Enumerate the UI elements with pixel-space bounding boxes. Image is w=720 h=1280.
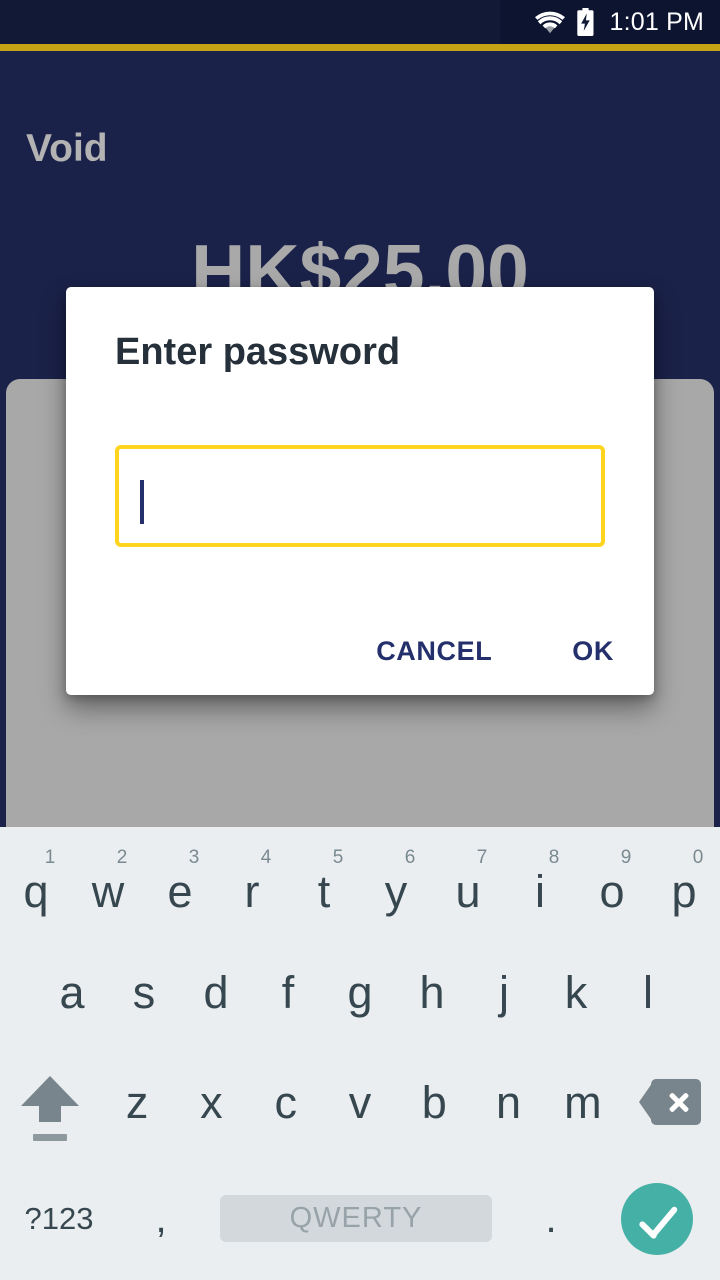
key-v[interactable]: v [323, 1047, 397, 1157]
dialog-actions: CANCEL OK [374, 632, 616, 671]
key-hint: 0 [692, 847, 704, 868]
key-o[interactable]: 9o [576, 827, 648, 937]
key-x[interactable]: x [174, 1047, 248, 1157]
key-label: t [317, 865, 331, 917]
password-dialog: Enter password CANCEL OK [66, 287, 654, 695]
key-label: r [244, 865, 260, 917]
keyboard-row-3: z x c v b n m [0, 1047, 720, 1157]
battery-charging-icon [576, 8, 595, 36]
backspace-key[interactable] [620, 1047, 720, 1157]
key-i[interactable]: 8i [504, 827, 576, 937]
key-label: h [419, 966, 445, 1018]
key-h[interactable]: h [396, 937, 468, 1047]
accent-rule [0, 44, 720, 51]
key-hint: 6 [404, 847, 416, 868]
key-hint: 5 [332, 847, 344, 868]
key-label: p [671, 865, 697, 917]
space-key[interactable]: QWERTY [204, 1157, 508, 1280]
key-label: v [348, 1076, 372, 1128]
status-bar-icons: 1:01 PM [535, 8, 704, 36]
shift-icon [21, 1076, 79, 1141]
key-y[interactable]: 6y [360, 827, 432, 937]
key-j[interactable]: j [468, 937, 540, 1047]
password-field[interactable] [115, 445, 605, 547]
status-bar-clock: 1:01 PM [609, 7, 704, 36]
text-caret [140, 480, 144, 524]
dialog-title: Enter password [115, 331, 401, 373]
key-hint: 4 [260, 847, 272, 868]
key-f[interactable]: f [252, 937, 324, 1047]
shift-key[interactable] [0, 1047, 100, 1157]
key-hint: 9 [620, 847, 632, 868]
key-hint: 7 [476, 847, 488, 868]
status-bar: 1:01 PM [0, 0, 720, 44]
period-key[interactable]: . [508, 1157, 594, 1280]
key-n[interactable]: n [471, 1047, 545, 1157]
key-label: q [23, 865, 49, 917]
key-t[interactable]: 5t [288, 827, 360, 937]
cancel-button[interactable]: CANCEL [374, 632, 494, 671]
key-s[interactable]: s [108, 937, 180, 1047]
symbols-key[interactable]: ?123 [0, 1157, 118, 1280]
key-label: g [347, 966, 373, 1018]
key-label: x [200, 1076, 223, 1128]
key-label: c [274, 1076, 297, 1128]
check-icon [621, 1182, 693, 1255]
key-label: z [125, 1076, 149, 1128]
key-label: j [499, 966, 509, 1018]
wifi-icon [535, 11, 566, 34]
keyboard-row-1: 1q 2w 3e 4r 5t 6y 7u 8i 9o 0p [0, 827, 720, 937]
key-b[interactable]: b [397, 1047, 471, 1157]
key-label: n [496, 1076, 522, 1128]
key-label: e [167, 865, 193, 917]
key-label: a [59, 966, 85, 1018]
key-label: w [91, 865, 125, 917]
key-hint: 2 [116, 847, 128, 868]
key-hint: 1 [44, 847, 56, 868]
onscreen-keyboard: 1q 2w 3e 4r 5t 6y 7u 8i 9o 0p a s d f g … [0, 827, 720, 1280]
key-a[interactable]: a [36, 937, 108, 1047]
key-m[interactable]: m [546, 1047, 620, 1157]
key-label: , [155, 1196, 167, 1241]
key-hint: 3 [188, 847, 200, 868]
key-label: . [545, 1196, 557, 1241]
key-label: y [384, 865, 408, 917]
key-hint: 8 [548, 847, 560, 868]
key-label: u [455, 865, 481, 917]
keyboard-row-2: a s d f g h j k l [0, 937, 720, 1047]
device-screen: 1:01 PM Void HK$25.00 Enter password CAN… [0, 0, 720, 1280]
spacebar[interactable]: QWERTY [220, 1195, 492, 1242]
keyboard-row-4: ?123 , QWERTY . [0, 1157, 720, 1280]
key-l[interactable]: l [612, 937, 684, 1047]
key-r[interactable]: 4r [216, 827, 288, 937]
key-label: d [203, 966, 229, 1018]
key-u[interactable]: 7u [432, 827, 504, 937]
key-label: QWERTY [289, 1202, 423, 1234]
password-input[interactable] [119, 449, 601, 543]
key-label: s [132, 966, 156, 1018]
dialog-scrim: Enter password CANCEL OK [0, 51, 720, 827]
key-label: o [599, 865, 625, 917]
key-label: l [643, 966, 653, 1018]
key-label: m [564, 1076, 602, 1128]
key-w[interactable]: 2w [72, 827, 144, 937]
comma-key[interactable]: , [118, 1157, 204, 1280]
key-e[interactable]: 3e [144, 827, 216, 937]
backspace-icon [638, 1079, 701, 1125]
key-label: i [535, 865, 545, 917]
key-q[interactable]: 1q [0, 827, 72, 937]
key-d[interactable]: d [180, 937, 252, 1047]
status-bar-left-region [0, 0, 500, 44]
enter-key[interactable] [594, 1157, 720, 1280]
ok-button[interactable]: OK [570, 632, 616, 671]
key-label: b [421, 1076, 447, 1128]
key-k[interactable]: k [540, 937, 612, 1047]
key-z[interactable]: z [100, 1047, 174, 1157]
key-label: k [564, 966, 588, 1018]
key-label: f [281, 966, 295, 1018]
key-c[interactable]: c [249, 1047, 323, 1157]
key-p[interactable]: 0p [648, 827, 720, 937]
key-label: ?123 [24, 1201, 94, 1236]
key-g[interactable]: g [324, 937, 396, 1047]
